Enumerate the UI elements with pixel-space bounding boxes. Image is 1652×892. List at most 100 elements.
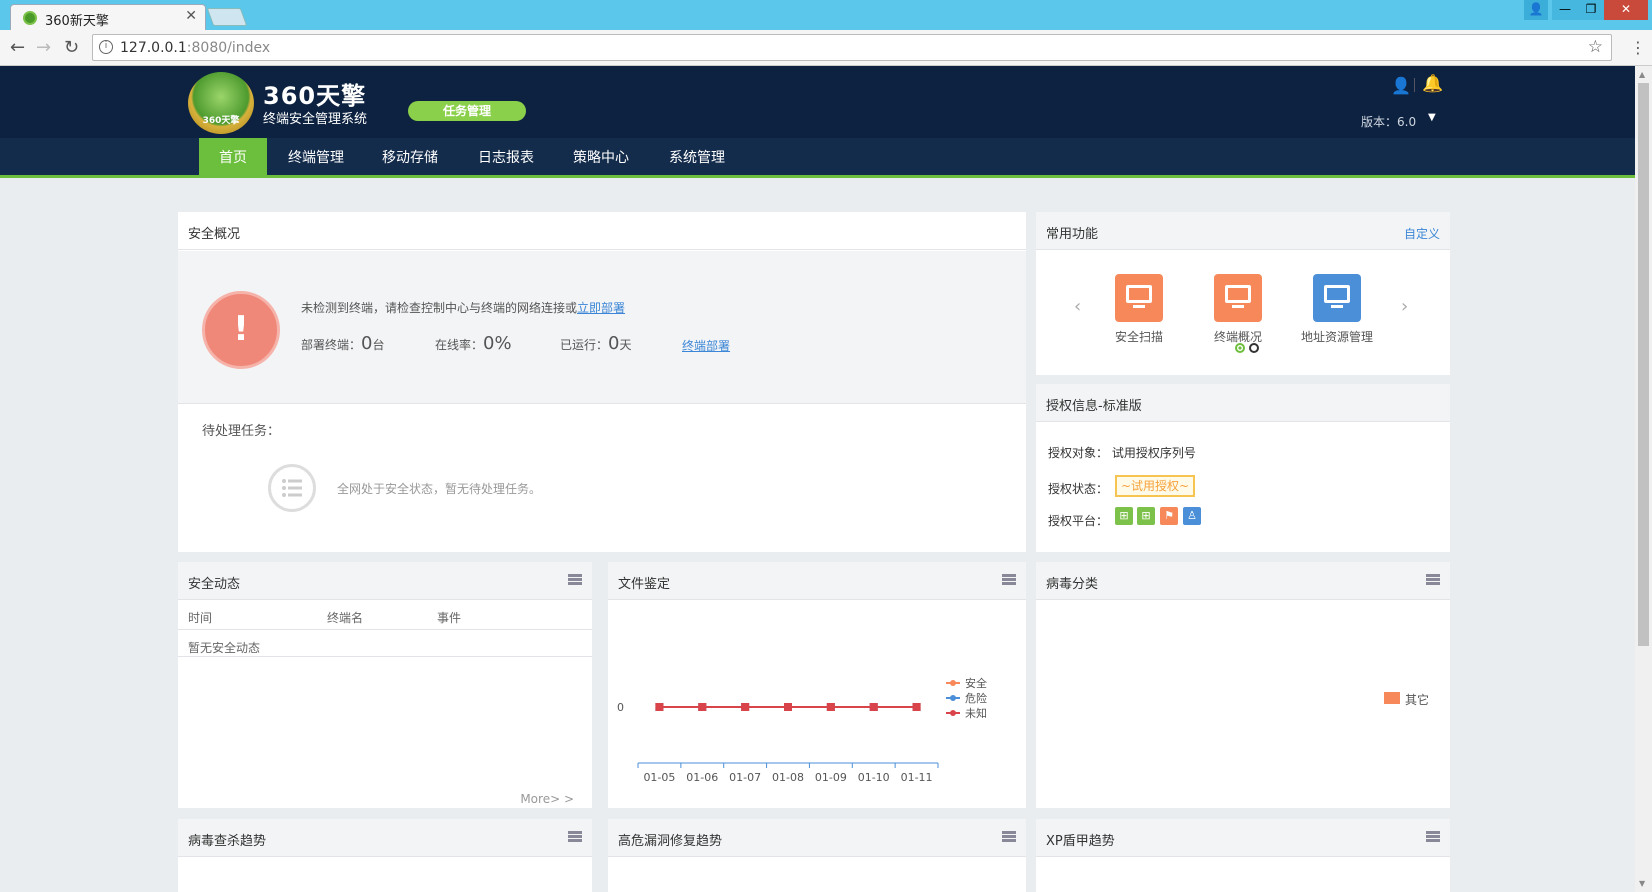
pending-tasks: 待处理任务： 全网处于安全状态，暂无待处理任务。 — [178, 403, 1026, 543]
grid-icon[interactable] — [568, 574, 582, 585]
legend-label: 危险 — [965, 691, 987, 705]
nav-item-mobile-storage[interactable]: 移动存储 — [370, 138, 450, 178]
windows-icon: ⊞ — [1115, 507, 1133, 525]
alert-icon: ! — [202, 291, 280, 369]
grid-icon[interactable] — [568, 831, 582, 842]
scroll-up-icon[interactable]: ▲ — [1639, 70, 1645, 79]
panel-header: 安全动态 — [178, 562, 592, 600]
func-address-resource[interactable]: 地址资源管理 — [1292, 274, 1382, 345]
grid-icon[interactable] — [1002, 574, 1016, 585]
security-overview-panel: 安全概况 ! 未检测到终端，请检查控制中心与终端的网络连接或立即部署 部署终端：… — [178, 212, 1026, 552]
profile-icon[interactable]: 👤 — [1524, 0, 1548, 20]
grid-icon[interactable] — [1426, 574, 1440, 585]
panel-title: XP盾甲趋势 — [1046, 834, 1115, 849]
url-text: 127.0.0.1:8080/index — [120, 40, 271, 56]
carousel-dot[interactable] — [1249, 343, 1259, 353]
panel-title: 病毒分类 — [1046, 577, 1099, 592]
x-tick-label: 01-09 — [815, 771, 847, 784]
chevron-left-icon[interactable]: ‹ — [1074, 296, 1081, 317]
forward-arrow-icon[interactable]: → — [36, 37, 51, 58]
nav-item-policy[interactable]: 策略中心 — [561, 138, 641, 178]
data-point — [869, 703, 878, 711]
column-terminal: 终端名 — [327, 611, 364, 625]
panel-header: XP盾甲趋势 — [1036, 819, 1450, 857]
data-point — [826, 703, 835, 711]
nav-item-home[interactable]: 首页 — [199, 138, 267, 178]
line-chart: 0 01-05 01-06 01-07 01-08 01-09 01-10 01-11 安全危险… — [617, 676, 987, 784]
browser-menu-icon[interactable]: ⋮ — [1630, 38, 1646, 57]
panel-header: 安全概况 — [178, 212, 1026, 250]
grid-icon[interactable] — [1002, 831, 1016, 842]
table-header: 时间 终端名 事件 — [178, 600, 592, 630]
back-arrow-icon[interactable]: ← — [10, 37, 25, 58]
legend-marker — [950, 695, 956, 701]
xp-trend-panel: XP盾甲趋势 — [1036, 819, 1450, 892]
overview-message: 未检测到终端，请检查控制中心与终端的网络连接或立即部署 — [301, 301, 626, 315]
x-tick-label: 01-07 — [729, 771, 761, 784]
terminal-deploy-link[interactable]: 终端部署 — [682, 337, 730, 354]
panel-title: 安全动态 — [188, 577, 241, 592]
panel-header: 文件鉴定 — [608, 562, 1026, 600]
panel-title: 常用功能 — [1046, 227, 1099, 242]
running-days-stat: 已运行：0天 — [560, 333, 632, 354]
legend-swatch — [1384, 692, 1400, 704]
row-divider — [178, 656, 592, 657]
bell-icon[interactable]: 🔔 — [1422, 74, 1443, 94]
linux-icon: ♙ — [1183, 507, 1201, 525]
online-rate-stat: 在线率：0% — [435, 333, 512, 354]
license-status-badge: ~试用授权~ — [1115, 475, 1195, 497]
virus-trend-panel: 病毒查杀趋势 — [178, 819, 592, 892]
close-tab-icon[interactable]: ✕ — [185, 8, 197, 24]
y-tick-label: 0 — [617, 701, 624, 714]
panel-header: 病毒查杀趋势 — [178, 819, 592, 857]
x-tick-label: 01-10 — [858, 771, 890, 784]
grid-icon[interactable] — [1426, 831, 1440, 842]
deploy-now-link[interactable]: 立即部署 — [577, 301, 625, 315]
nav-item-log-report[interactable]: 日志报表 — [466, 138, 546, 178]
user-icon[interactable]: 👤 — [1391, 76, 1411, 95]
reload-icon[interactable]: ↻ — [64, 37, 79, 58]
empty-events-text: 暂无安全动态 — [188, 641, 261, 655]
nav-item-system[interactable]: 系统管理 — [657, 138, 737, 178]
overview-summary: ! 未检测到终端，请检查控制中心与终端的网络连接或立即部署 部署终端：0台 在线… — [178, 251, 1026, 403]
legend-label: 安全 — [965, 676, 987, 690]
data-point — [784, 703, 792, 711]
tab-title: 360新天擎 — [45, 14, 109, 29]
panel-header: 常用功能 自定义 — [1036, 212, 1450, 250]
customize-link[interactable]: 自定义 — [1404, 225, 1440, 242]
func-terminal-overview[interactable]: 终端概况 — [1193, 274, 1283, 345]
nav-item-terminal[interactable]: 终端管理 — [276, 138, 356, 178]
legend-marker — [950, 710, 956, 716]
data-point — [698, 703, 707, 711]
legend-label: 未知 — [965, 706, 987, 720]
url-input[interactable]: i 127.0.0.1:8080/index ☆ — [92, 34, 1612, 61]
task-management-button[interactable]: 任务管理 — [408, 101, 526, 121]
restore-button[interactable]: ❐ — [1578, 0, 1604, 20]
legend-marker — [950, 680, 956, 686]
main-nav: 首页 终端管理 移动存储 日志报表 策略中心 系统管理 — [0, 138, 1635, 178]
chevron-right-icon[interactable]: › — [1401, 296, 1408, 317]
func-security-scan[interactable]: 安全扫描 — [1094, 274, 1184, 345]
bookmark-star-icon[interactable]: ☆ — [1588, 37, 1603, 57]
chevron-down-icon[interactable]: ▼ — [1428, 112, 1436, 123]
close-window-button[interactable]: ✕ — [1604, 0, 1648, 20]
new-tab-button[interactable] — [206, 8, 248, 26]
browser-tab[interactable]: 360新天擎 ✕ — [10, 4, 206, 30]
carousel-dot-active[interactable] — [1235, 343, 1245, 353]
x-tick-label: 01-08 — [772, 771, 804, 784]
scroll-thumb[interactable] — [1638, 83, 1649, 646]
panel-title: 病毒查杀趋势 — [188, 834, 267, 849]
favicon-icon — [23, 11, 37, 25]
scroll-down-icon[interactable]: ▼ — [1639, 879, 1645, 888]
security-events-panel: 安全动态 时间 终端名 事件 暂无安全动态 More> > — [178, 562, 592, 808]
app-root: 360天擎 360天擎 终端安全管理系统 任务管理 👤 🔔 版本：6.0 ▼ 首… — [0, 66, 1635, 892]
browser-tab-bar: 360新天擎 ✕ 👤 — ❐ ✕ — [0, 0, 1652, 30]
app-header: 360天擎 360天擎 终端安全管理系统 任务管理 👤 🔔 版本：6.0 ▼ — [0, 66, 1635, 138]
info-icon[interactable]: i — [99, 40, 113, 54]
more-link[interactable]: More> > — [520, 792, 574, 806]
minimize-button[interactable]: — — [1552, 0, 1578, 20]
legend-label: 其它 — [1405, 693, 1430, 707]
page-scrollbar[interactable]: ▲ ▼ — [1635, 66, 1652, 892]
panel-header: 病毒分类 — [1036, 562, 1450, 600]
file-identification-panel: 文件鉴定 0 01-05 01-06 01-07 01-08 01-09 01-10 01-1… — [608, 562, 1026, 808]
